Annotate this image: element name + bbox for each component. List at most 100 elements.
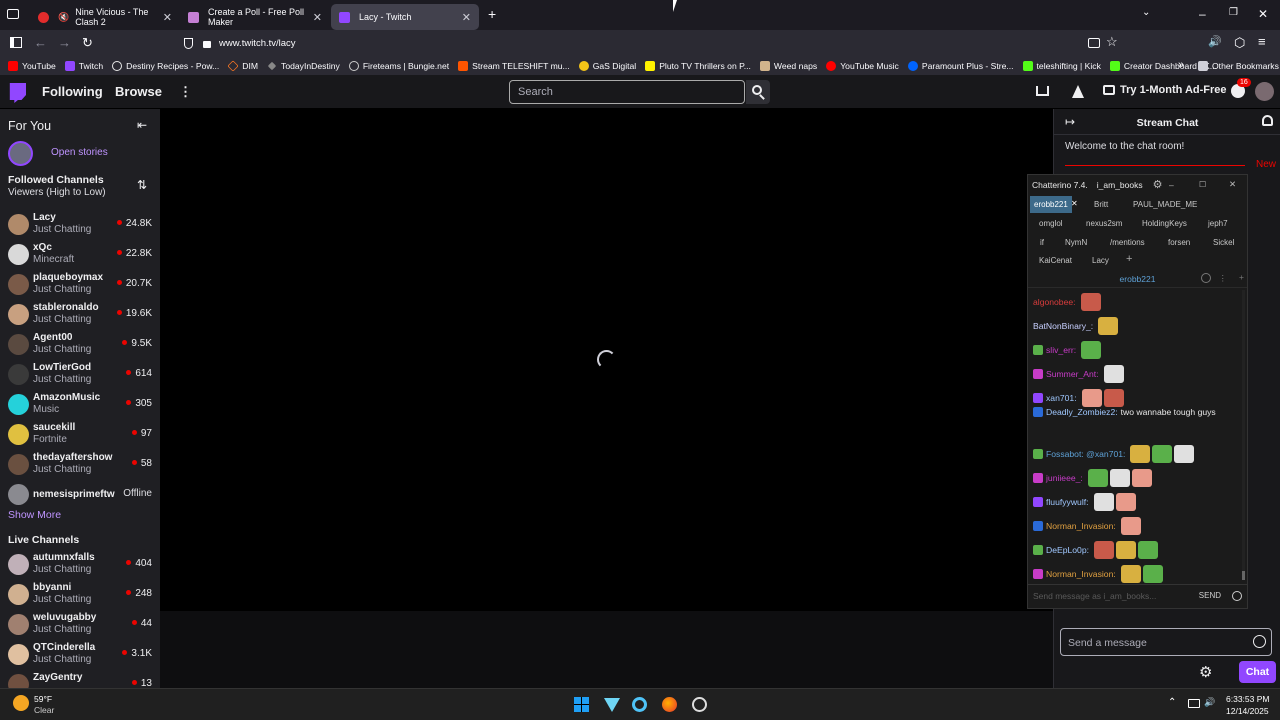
chatterino-tab[interactable]: omglol xyxy=(1035,215,1067,232)
chat-username[interactable]: Norman_Invasion: xyxy=(1046,569,1116,579)
community-icon[interactable] xyxy=(1262,115,1273,126)
chat-username[interactable]: sliv_err: xyxy=(1046,345,1076,355)
shield-icon[interactable] xyxy=(184,38,193,49)
chat-message[interactable]: Norman_Invasion: xyxy=(1033,565,1163,583)
sidebar-channel-lowtiergod[interactable]: LowTierGod Just Chatting 614 xyxy=(0,360,160,390)
chat-username[interactable]: juniieee_: xyxy=(1046,473,1083,483)
menu-icon[interactable]: ≡ xyxy=(1258,34,1266,49)
maximize-icon[interactable]: ❐ xyxy=(1229,7,1238,18)
video-player[interactable] xyxy=(160,109,1053,611)
twitch-logo-icon[interactable] xyxy=(9,83,26,103)
browser-tab-2[interactable]: Create a Poll - Free Poll Maker ✕ xyxy=(180,4,330,30)
chat-username[interactable]: algonobee: xyxy=(1033,297,1076,307)
chevron-down-icon[interactable]: ⌄ xyxy=(1142,7,1150,18)
more-icon[interactable]: ⋮ xyxy=(1219,273,1228,284)
chat-settings-icon[interactable]: ⚙ xyxy=(1199,663,1212,681)
firefox-app-icon[interactable] xyxy=(662,697,677,712)
chat-message[interactable]: fluufyywulf: xyxy=(1033,493,1136,511)
lock-icon[interactable] xyxy=(203,41,211,48)
chatterino-send-button[interactable]: SEND xyxy=(1199,591,1221,600)
sidebar-channel-agent00[interactable]: Agent00 Just Chatting 9.5K xyxy=(0,330,160,360)
settings-icon[interactable]: ⚙ xyxy=(1153,178,1163,191)
chatterino-input[interactable]: Send message as i_am_books... SEND xyxy=(1028,584,1247,608)
clock-time[interactable]: 6:33:53 PM xyxy=(1226,694,1269,704)
chatterino-tab[interactable]: nexus2sm xyxy=(1082,215,1126,232)
chatterino-tab[interactable]: if xyxy=(1036,234,1048,251)
ad-free-button[interactable]: Try 1-Month Ad-Free xyxy=(1103,84,1227,96)
browse-link[interactable]: Browse xyxy=(115,84,162,99)
chatterino-tab[interactable]: /mentions xyxy=(1106,234,1149,251)
chat-message[interactable]: sliv_err: xyxy=(1033,341,1102,359)
send-message-input[interactable]: Send a message xyxy=(1060,628,1272,656)
chatterino-user[interactable]: i_am_books xyxy=(1097,180,1143,190)
reader-view-icon[interactable] xyxy=(1088,38,1100,48)
inbox-icon[interactable] xyxy=(1036,86,1049,96)
sidebar-channel-lacy[interactable]: Lacy Just Chatting 24.8K xyxy=(0,210,160,240)
muted-speaker-icon[interactable]: 🔇 xyxy=(58,12,69,23)
emote-picker-icon[interactable] xyxy=(1253,635,1266,648)
scrollbar[interactable] xyxy=(1242,290,1245,580)
chatterino-tab[interactable]: HoldingKeys xyxy=(1138,215,1191,232)
bookmark-teleshift[interactable]: Stream TELESHIFT mu... xyxy=(458,61,570,71)
chat-username[interactable]: Summer_Ant: xyxy=(1046,369,1099,379)
chatterino-tab[interactable]: Lacy xyxy=(1088,252,1113,269)
sidebar-channel-weluvugabby[interactable]: weluvugabby Just Chatting 44 xyxy=(0,610,160,640)
url-text[interactable]: www.twitch.tv/lacy xyxy=(219,38,296,49)
bookmark-paramount[interactable]: Paramount Plus - Stre... xyxy=(907,61,1014,71)
tab-list-icon[interactable] xyxy=(7,9,19,19)
browser-tab-3[interactable]: Lacy - Twitch ✕ xyxy=(331,4,479,30)
chatterino-tab[interactable]: forsen xyxy=(1164,234,1194,251)
chat-message[interactable]: Summer_Ant: xyxy=(1033,365,1124,383)
collapse-sidebar-icon[interactable]: ⇤ xyxy=(137,118,147,132)
speaker-icon[interactable]: 🔊 xyxy=(1208,35,1222,48)
chat-username[interactable]: Norman_Invasion: xyxy=(1046,521,1116,531)
maximize-icon[interactable]: ☐ xyxy=(1199,180,1206,189)
obs-app-icon[interactable] xyxy=(692,697,707,712)
chat-username[interactable]: BatNonBinary_: xyxy=(1033,321,1093,331)
bookmark-star-icon[interactable]: ☆ xyxy=(1106,34,1118,50)
address-bar[interactable]: www.twitch.tv/lacy xyxy=(180,33,1130,54)
weather-icon[interactable] xyxy=(13,695,29,711)
back-icon[interactable]: ← xyxy=(34,35,47,50)
show-hidden-icons[interactable]: ⌃ xyxy=(1168,697,1176,708)
reload-icon[interactable]: ↻ xyxy=(82,35,93,51)
add-split-icon[interactable]: + xyxy=(1239,272,1244,282)
chatterino-tab[interactable]: KaiCenat xyxy=(1035,252,1076,269)
open-stories-link[interactable]: Open stories xyxy=(51,147,108,158)
following-link[interactable]: Following xyxy=(42,84,103,99)
sidebar-channel-stableronaldo[interactable]: stableronaldo Just Chatting 19.6K xyxy=(0,300,160,330)
bookmark-kick[interactable]: teleshifting | Kick xyxy=(1022,61,1101,71)
close-window-icon[interactable]: ✕ xyxy=(1258,7,1268,21)
windows-start-icon[interactable] xyxy=(574,697,589,712)
bookmark-pluto-tv[interactable]: Pluto TV Thrillers on P... xyxy=(645,61,751,71)
sidebar-channel-autumnxfalls[interactable]: autumnxfalls Just Chatting 404 xyxy=(0,550,160,580)
chatterino-app-icon[interactable] xyxy=(632,697,647,712)
sidebar-toggle-icon[interactable] xyxy=(10,37,22,48)
bookmark-youtube[interactable]: YouTube xyxy=(8,61,56,71)
bookmark-dim[interactable]: DIM xyxy=(227,60,258,72)
chat-send-button[interactable]: Chat xyxy=(1239,661,1276,683)
vpn-app-icon[interactable] xyxy=(604,698,620,712)
network-icon[interactable] xyxy=(1188,699,1200,708)
chat-username[interactable]: DeEpLo0p: xyxy=(1046,545,1089,555)
search-button[interactable] xyxy=(746,80,770,104)
sidebar-channel-plaqueboymax[interactable]: plaqueboymax Just Chatting 20.7K xyxy=(0,270,160,300)
sidebar-channel-thedayaftershow[interactable]: thedayaftershow Just Chatting 58 xyxy=(0,450,160,480)
bookmark-twitch[interactable]: Twitch xyxy=(64,61,103,71)
chat-message[interactable]: Norman_Invasion: xyxy=(1033,517,1141,535)
close-tab-icon[interactable]: ✕ xyxy=(313,11,322,24)
forward-icon[interactable]: → xyxy=(58,35,71,50)
chatterino-tab[interactable]: Britt xyxy=(1090,196,1112,213)
chat-username[interactable]: Deadly_Zombiez2: xyxy=(1046,407,1118,417)
chat-username[interactable]: fluufyywulf: xyxy=(1046,497,1089,507)
bookmark-youtube-music[interactable]: YouTube Music xyxy=(826,61,899,71)
chatterino-tab[interactable]: erobb221 xyxy=(1030,196,1072,213)
chatterino-tab[interactable]: PAUL_MADE_ME xyxy=(1129,196,1201,213)
minimize-icon[interactable]: – xyxy=(1199,7,1206,21)
chat-username[interactable]: Fossabot: @xan701: xyxy=(1046,449,1125,459)
sidebar-channel-amazonmusic[interactable]: AmazonMusic Music 305 xyxy=(0,390,160,420)
stories-avatar[interactable] xyxy=(8,141,33,166)
browser-tab-1[interactable]: 🔇 Nine Vicious - The Clash 2 ✕ xyxy=(30,4,180,30)
sidebar-channel-nemesisprimeftw[interactable]: nemesisprimeftw Offline xyxy=(0,480,160,510)
bookmark-gas-digital[interactable]: GaS Digital xyxy=(578,61,636,71)
